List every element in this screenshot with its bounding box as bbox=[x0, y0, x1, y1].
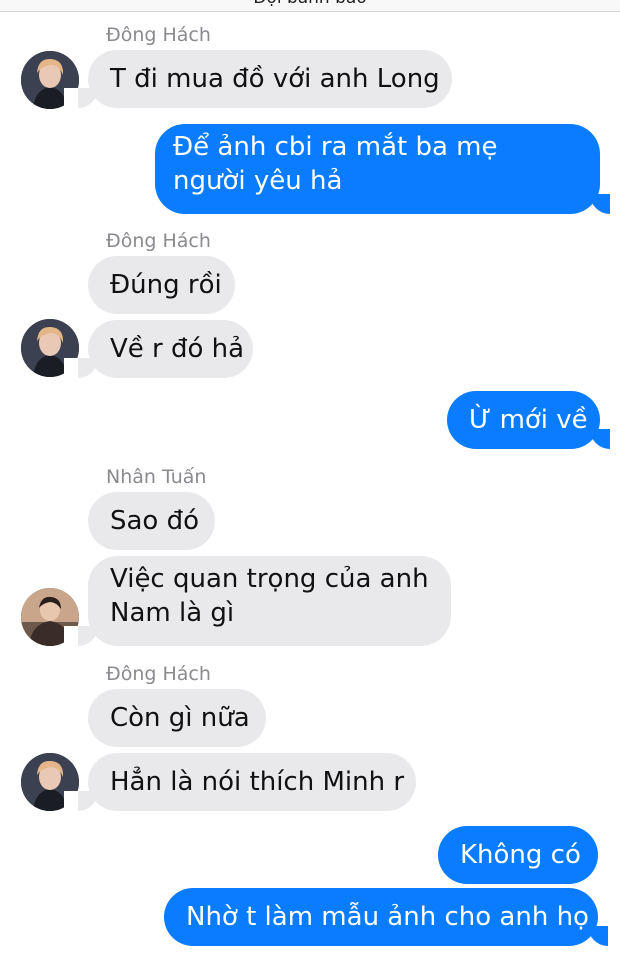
sender-name: Đông Hách bbox=[106, 230, 211, 252]
sender-name: Nhân Tuấn bbox=[106, 466, 207, 488]
message-bubble-incoming[interactable]: Việc quan trọng của anh Nam là gì bbox=[88, 556, 451, 646]
bubble-tail bbox=[64, 358, 98, 378]
message-bubble-incoming[interactable]: Về r đó hả bbox=[88, 320, 253, 378]
message-bubble-outgoing[interactable]: Ừ mới về bbox=[447, 391, 600, 449]
sender-name: Đông Hách bbox=[106, 24, 211, 46]
bubble-tail bbox=[590, 194, 620, 214]
bubble-tail bbox=[588, 926, 620, 946]
bubble-tail bbox=[64, 626, 98, 646]
conversation-title[interactable]: Đội bánh bao bbox=[0, 0, 620, 8]
message-bubble-outgoing[interactable]: Nhờ t làm mẫu ảnh cho anh họ bbox=[164, 888, 598, 946]
bubble-tail bbox=[64, 791, 98, 811]
message-bubble-outgoing[interactable]: Để ảnh cbi ra mắt ba mẹ người yêu hả bbox=[155, 124, 600, 214]
message-bubble-incoming[interactable]: Còn gì nữa bbox=[88, 689, 266, 747]
bubble-tail bbox=[64, 88, 98, 108]
message-bubble-incoming[interactable]: Đúng rồi bbox=[88, 256, 235, 314]
message-bubble-incoming[interactable]: Sao đó bbox=[88, 492, 215, 550]
message-bubble-incoming[interactable]: T đi mua đồ với anh Long bbox=[88, 50, 452, 108]
sender-name: Đông Hách bbox=[106, 663, 211, 685]
message-bubble-incoming[interactable]: Hẳn là nói thích Minh r bbox=[88, 753, 416, 811]
message-bubble-outgoing[interactable]: Không có bbox=[438, 826, 598, 884]
conversation-header: Đội bánh bao bbox=[0, 0, 620, 12]
bubble-tail bbox=[590, 429, 620, 449]
